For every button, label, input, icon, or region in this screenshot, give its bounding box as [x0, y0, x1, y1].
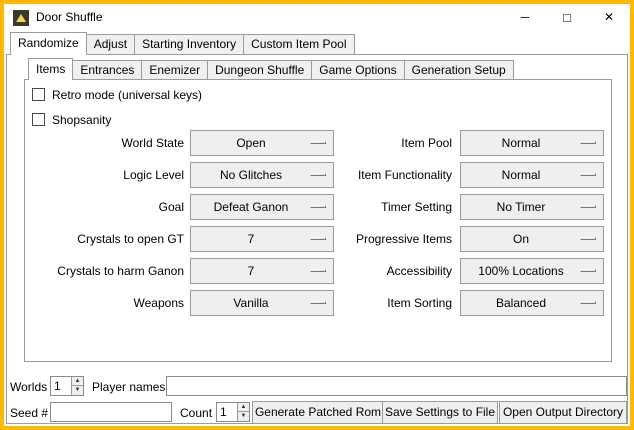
count-label: Count [180, 406, 212, 420]
spin-up-icon[interactable]: ▲ [237, 403, 249, 412]
dropdown-indicator-icon [580, 301, 596, 304]
dropdown-indicator-icon [580, 269, 596, 272]
option-row: Crystals to open GT 7 Progressive Items … [4, 226, 630, 252]
logic-level-value: No Glitches [193, 163, 309, 187]
generate-patched-rom-button[interactable]: Generate Patched Rom [252, 401, 384, 424]
app-window: Door Shuffle ─ □ ✕ Randomize Adjust Star… [0, 0, 634, 430]
world-state-value: Open [193, 131, 309, 155]
tab-game-options[interactable]: Game Options [311, 60, 404, 79]
tab-dungeon-shuffle[interactable]: Dungeon Shuffle [207, 60, 312, 79]
weapons-dropdown[interactable]: Vanilla [190, 290, 334, 316]
dropdown-indicator-icon [580, 141, 596, 144]
accessibility-dropdown[interactable]: 100% Locations [460, 258, 604, 284]
dropdown-indicator-icon [310, 269, 326, 272]
crystals-open-gt-value: 7 [193, 227, 309, 251]
spin-down-icon[interactable]: ▼ [237, 412, 249, 421]
accessibility-value: 100% Locations [463, 259, 579, 283]
tab-items[interactable]: Items [28, 58, 73, 80]
tab-randomize[interactable]: Randomize [10, 32, 87, 55]
option-row: Goal Defeat Ganon Timer Setting No Timer [4, 194, 630, 220]
item-functionality-dropdown[interactable]: Normal [460, 162, 604, 188]
open-output-directory-button[interactable]: Open Output Directory [499, 401, 627, 424]
worlds-spinbox[interactable]: ▲ ▼ [50, 376, 84, 396]
accessibility-label: Accessibility [334, 258, 452, 284]
dropdown-indicator-icon [310, 173, 326, 176]
window-body: Door Shuffle ─ □ ✕ Randomize Adjust Star… [4, 4, 630, 426]
dropdown-indicator-icon [310, 205, 326, 208]
option-row: Logic Level No Glitches Item Functionali… [4, 162, 630, 188]
crystals-harm-ganon-dropdown[interactable]: 7 [190, 258, 334, 284]
item-functionality-value: Normal [463, 163, 579, 187]
maximize-button[interactable]: □ [546, 4, 588, 31]
worlds-label: Worlds [10, 380, 47, 394]
dropdown-indicator-icon [310, 301, 326, 304]
item-pool-value: Normal [463, 131, 579, 155]
crystals-harm-ganon-label: Crystals to harm Ganon [32, 258, 184, 284]
item-pool-dropdown[interactable]: Normal [460, 130, 604, 156]
progressive-items-value: On [463, 227, 579, 251]
option-row: Crystals to harm Ganon 7 Accessibility 1… [4, 258, 630, 284]
item-pool-label: Item Pool [334, 130, 452, 156]
tab-generation-setup[interactable]: Generation Setup [404, 60, 514, 79]
timer-setting-label: Timer Setting [334, 194, 452, 220]
save-settings-button[interactable]: Save Settings to File [382, 401, 498, 424]
maximize-icon: □ [563, 10, 571, 25]
shopsanity-checkbox[interactable] [32, 113, 45, 126]
worlds-input[interactable] [51, 377, 71, 395]
goal-dropdown[interactable]: Defeat Ganon [190, 194, 334, 220]
minimize-button[interactable]: ─ [504, 4, 546, 31]
seed-label: Seed # [10, 406, 48, 420]
option-row: World State Open Item Pool Normal [4, 130, 630, 156]
tab-enemizer[interactable]: Enemizer [141, 60, 208, 79]
main-tab-bar: Randomize Adjust Starting Inventory Cust… [10, 32, 354, 55]
crystals-harm-ganon-value: 7 [193, 259, 309, 283]
dropdown-indicator-icon [310, 237, 326, 240]
tab-starting-inventory[interactable]: Starting Inventory [134, 34, 244, 54]
close-button[interactable]: ✕ [588, 4, 630, 31]
player-names-label: Player names [92, 380, 165, 394]
item-sorting-dropdown[interactable]: Balanced [460, 290, 604, 316]
timer-setting-value: No Timer [463, 195, 579, 219]
logic-level-dropdown[interactable]: No Glitches [190, 162, 334, 188]
item-sorting-value: Balanced [463, 291, 579, 315]
item-functionality-label: Item Functionality [334, 162, 452, 188]
app-icon [13, 10, 29, 26]
tab-entrances[interactable]: Entrances [72, 60, 142, 79]
world-state-dropdown[interactable]: Open [190, 130, 334, 156]
crystals-open-gt-dropdown[interactable]: 7 [190, 226, 334, 252]
progressive-items-label: Progressive Items [334, 226, 452, 252]
count-input[interactable] [217, 403, 237, 421]
retro-mode-label: Retro mode (universal keys) [52, 88, 202, 102]
dropdown-indicator-icon [580, 205, 596, 208]
retro-mode-checkbox[interactable] [32, 88, 45, 101]
player-names-input[interactable] [166, 376, 627, 396]
spin-down-icon[interactable]: ▼ [71, 386, 83, 395]
tab-custom-item-pool[interactable]: Custom Item Pool [243, 34, 354, 54]
weapons-label: Weapons [32, 290, 184, 316]
close-icon: ✕ [604, 10, 614, 24]
logic-level-label: Logic Level [32, 162, 184, 188]
title-bar[interactable]: Door Shuffle ─ □ ✕ [4, 4, 630, 31]
goal-value: Defeat Ganon [193, 195, 309, 219]
option-row: Weapons Vanilla Item Sorting Balanced [4, 290, 630, 316]
count-spinbox[interactable]: ▲ ▼ [216, 402, 250, 422]
spin-up-icon[interactable]: ▲ [71, 377, 83, 386]
dropdown-indicator-icon [580, 237, 596, 240]
sub-tab-bar: Items Entrances Enemizer Dungeon Shuffle… [28, 58, 513, 80]
seed-input[interactable] [50, 402, 172, 422]
world-state-label: World State [32, 130, 184, 156]
items-tab-pane [24, 79, 612, 362]
dropdown-indicator-icon [580, 173, 596, 176]
dropdown-indicator-icon [310, 141, 326, 144]
weapons-value: Vanilla [193, 291, 309, 315]
shopsanity-label: Shopsanity [52, 113, 111, 127]
item-sorting-label: Item Sorting [334, 290, 452, 316]
goal-label: Goal [32, 194, 184, 220]
tab-adjust[interactable]: Adjust [86, 34, 135, 54]
progressive-items-dropdown[interactable]: On [460, 226, 604, 252]
crystals-open-gt-label: Crystals to open GT [32, 226, 184, 252]
minimize-icon: ─ [521, 10, 530, 24]
window-title: Door Shuffle [36, 4, 103, 31]
timer-setting-dropdown[interactable]: No Timer [460, 194, 604, 220]
